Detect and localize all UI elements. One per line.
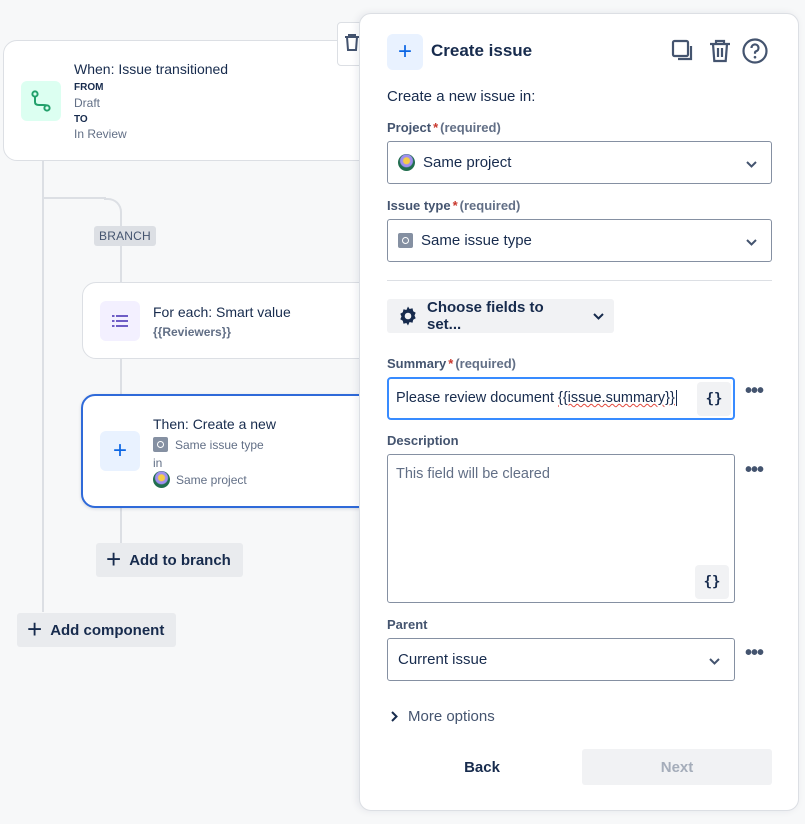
project-icon <box>398 154 415 171</box>
for-each-title: For each: Smart value <box>153 304 291 320</box>
issue-type-label: Issue type * (required) <box>387 198 521 213</box>
choose-fields-button[interactable]: Choose fields to set... <box>387 299 614 333</box>
issue-type-icon <box>153 437 168 452</box>
summary-label: Summary * (required) <box>387 356 516 371</box>
branch-label: BRANCH <box>94 226 156 246</box>
plus-icon: + <box>387 34 423 70</box>
chevron-down-icon <box>709 652 720 668</box>
add-component-button[interactable]: + Add component <box>17 613 177 647</box>
parent-select[interactable]: Current issue <box>387 638 735 681</box>
plus-icon: + <box>100 431 140 471</box>
more-options-toggle[interactable]: More options <box>391 708 495 725</box>
plus-icon: + <box>27 613 43 644</box>
description-field[interactable]: This field will be cleared {} <box>387 454 735 603</box>
parent-select-value: Current issue <box>398 651 488 668</box>
panel-title: Create issue <box>431 41 533 60</box>
trash-icon[interactable] <box>705 36 735 66</box>
connector-line <box>42 160 44 612</box>
create-issue-node[interactable]: + Then: Create a new Same issue type in … <box>81 394 381 508</box>
more-actions-icon[interactable]: ••• <box>742 460 766 485</box>
chevron-down-icon <box>746 233 757 249</box>
from-value: Draft <box>74 96 101 110</box>
panel-subtitle: Create a new issue in: <box>387 88 536 105</box>
project-label: Project * (required) <box>387 120 501 135</box>
help-icon[interactable] <box>740 36 770 66</box>
action-title: Then: Create a new <box>153 416 276 432</box>
for-each-value: {{Reviewers}} <box>153 325 232 339</box>
to-value: In Review <box>74 127 127 141</box>
smart-value-button[interactable]: {} <box>697 382 731 416</box>
copy-icon[interactable] <box>668 36 698 66</box>
chevron-right-icon <box>391 711 398 722</box>
action-project: Same project <box>153 471 247 488</box>
trigger-node[interactable]: When: Issue transitioned FROM Draft TO I… <box>3 40 383 161</box>
next-button[interactable]: Next <box>582 749 772 785</box>
chevron-down-icon <box>593 312 604 320</box>
project-select-value: Same project <box>423 154 512 171</box>
trigger-title: When: Issue transitioned <box>74 61 229 77</box>
back-button[interactable]: Back <box>387 749 577 785</box>
chevron-down-icon <box>746 155 757 171</box>
more-actions-icon[interactable]: ••• <box>742 381 766 406</box>
divider <box>387 280 772 281</box>
project-select[interactable]: Same project <box>387 141 772 184</box>
list-icon <box>100 301 140 341</box>
from-label: FROM <box>74 82 104 93</box>
for-each-node[interactable]: For each: Smart value {{Reviewers}} <box>82 282 382 359</box>
smart-value-button[interactable]: {} <box>695 565 729 599</box>
gear-icon <box>397 305 419 327</box>
issue-type-select[interactable]: Same issue type <box>387 219 772 262</box>
to-label: TO <box>74 114 88 125</box>
transition-icon <box>21 81 61 121</box>
plus-icon: + <box>106 543 122 574</box>
description-label: Description <box>387 433 459 448</box>
create-issue-panel: + Create issue Create a new issue in: Pr… <box>359 13 799 811</box>
summary-value: Please review document {{issue.summary}} <box>396 390 677 406</box>
description-placeholder: This field will be cleared <box>396 466 550 482</box>
more-actions-icon[interactable]: ••• <box>742 643 766 668</box>
issue-type-icon <box>398 233 413 248</box>
summary-input[interactable]: Please review document {{issue.summary}}… <box>387 377 735 420</box>
add-to-branch-button[interactable]: + Add to branch <box>96 543 243 577</box>
action-in-label: in <box>153 456 163 470</box>
parent-label: Parent <box>387 617 428 632</box>
action-issue-type: Same issue type <box>153 437 264 452</box>
connector-line <box>42 197 106 199</box>
project-icon <box>153 471 170 488</box>
issue-type-select-value: Same issue type <box>421 232 532 249</box>
